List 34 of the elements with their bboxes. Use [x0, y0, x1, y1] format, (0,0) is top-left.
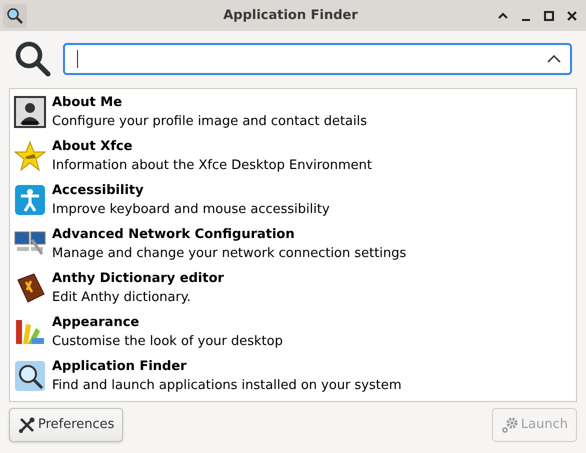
application-name: Accessibility — [52, 182, 145, 200]
application-description: Improve keyboard and mouse accessibility — [52, 201, 330, 219]
maximize-icon[interactable] — [542, 8, 556, 22]
application-item[interactable]: About Me Configure your profile image and contact details — [10, 90, 576, 134]
magnifier-icon — [6, 6, 24, 24]
app-menu-button[interactable] — [3, 4, 27, 28]
person-icon — [14, 96, 46, 128]
preferences-button[interactable]: Preferences — [9, 408, 124, 442]
application-description: Configure your profile image and contact details — [52, 113, 368, 131]
application-item[interactable]: Accessibility Improve keyboard and mouse accessibility — [10, 178, 576, 222]
application-item[interactable]: About Xfce Information about the Xfce Desktop Environment — [10, 134, 576, 178]
application-name: Appearance — [52, 314, 140, 332]
star-icon — [14, 140, 46, 172]
accessibility-icon — [14, 184, 46, 216]
application-item[interactable]: Appearance Customise the look of your desktop — [10, 310, 576, 354]
application-description: Customise the look of your desktop — [52, 333, 283, 351]
application-name: Anthy Dictionary editor — [52, 270, 224, 288]
application-description: Edit Anthy dictionary. — [52, 289, 192, 307]
application-description: Manage and change your network connection settings — [52, 245, 406, 263]
application-name: Application Finder — [52, 358, 188, 376]
application-item[interactable]: Application Finder Find and launch applications installed on your system — [10, 354, 576, 398]
application-name: Advanced Network Configuration — [52, 226, 296, 244]
application-name: About Xfce — [52, 138, 134, 156]
application-item[interactable]: Anthy Dictionary editor Edit Anthy dictionary. — [10, 266, 576, 310]
application-description: Find and launch applications installed on your system — [52, 377, 402, 395]
window-title: Application Finder — [222, 6, 359, 25]
application-name: About Me — [52, 94, 124, 112]
search-field[interactable] — [63, 43, 572, 75]
close-icon[interactable] — [565, 8, 579, 22]
application-description: Information about the Xfce Desktop Environment — [52, 157, 372, 175]
text-cursor — [77, 50, 78, 68]
search-icon — [14, 40, 52, 78]
magnifier-icon — [14, 360, 46, 392]
application-item[interactable]: Advanced Network Configuration Manage and change your network connection settings — [10, 222, 576, 266]
